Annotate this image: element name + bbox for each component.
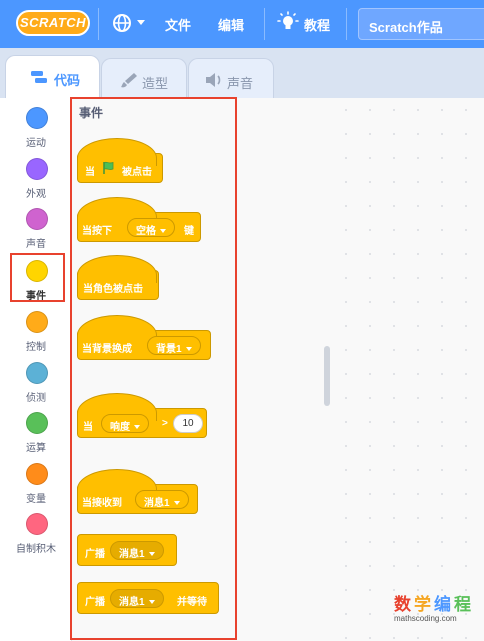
tab-label: 声音	[227, 76, 254, 91]
menu-bar: SCRATCH 文件 编辑 教程 Scratch作品	[0, 0, 484, 48]
category-dot	[26, 513, 48, 535]
category-label: 自制积木	[16, 544, 56, 555]
palette-scrollbar[interactable]	[324, 346, 330, 406]
category-label: 侦测	[26, 393, 46, 404]
category-sensing[interactable]: 侦测	[0, 359, 72, 407]
category-sound[interactable]: 声音	[0, 205, 72, 253]
category-label: 运算	[26, 443, 46, 454]
globe-icon[interactable]	[112, 13, 132, 33]
category-dot	[26, 311, 48, 333]
code-workspace[interactable]	[334, 98, 484, 641]
category-looks[interactable]: 外观	[0, 155, 72, 203]
menu-file[interactable]: 文件	[165, 15, 191, 34]
category-label: 外观	[26, 189, 46, 200]
category-menu: 运动 外观 声音 事件 控制 侦测 运算 变量 自制积木	[0, 98, 72, 641]
menu-edit[interactable]: 编辑	[218, 15, 244, 34]
watermark-logo: 数 学 编 程 mathscoding.com	[390, 590, 480, 630]
selected-category-highlight	[10, 253, 65, 302]
category-label: 变量	[26, 494, 46, 505]
menu-tutorials[interactable]: 教程	[304, 15, 330, 34]
editor-tabs: 代码 造型 声音	[0, 48, 484, 99]
category-label: 声音	[26, 239, 46, 250]
tab-label: 代码	[54, 73, 81, 88]
code-icon	[31, 71, 47, 83]
watermark-char: 编	[434, 595, 451, 614]
watermark-char: 学	[414, 595, 431, 614]
watermark-char: 程	[454, 595, 471, 614]
category-my-blocks[interactable]: 自制积木	[0, 510, 72, 558]
category-dot	[26, 463, 48, 485]
category-dot	[26, 208, 48, 230]
category-control[interactable]: 控制	[0, 308, 72, 356]
category-dot	[26, 158, 48, 180]
category-dot	[26, 362, 48, 384]
tab-costumes[interactable]: 造型	[101, 58, 187, 98]
speaker-icon	[206, 73, 221, 87]
category-label: 控制	[26, 342, 46, 353]
category-variables[interactable]: 变量	[0, 460, 72, 508]
project-title-input[interactable]: Scratch作品	[358, 8, 484, 40]
brush-icon	[121, 73, 137, 88]
palette-highlight-box	[70, 97, 237, 640]
scratch-logo[interactable]: SCRATCH	[16, 10, 90, 36]
tab-sounds[interactable]: 声音	[188, 58, 274, 98]
watermark-char: 数	[394, 595, 411, 614]
menu-divider	[346, 8, 347, 40]
tab-label: 造型	[142, 76, 169, 91]
category-operators[interactable]: 运算	[0, 409, 72, 457]
category-dot	[26, 412, 48, 434]
lightbulb-icon[interactable]	[277, 11, 299, 35]
category-motion[interactable]: 运动	[0, 104, 72, 152]
tab-code[interactable]: 代码	[5, 55, 100, 99]
watermark-url: mathscoding.com	[394, 614, 457, 623]
chevron-down-icon[interactable]	[137, 20, 145, 25]
category-dot	[26, 107, 48, 129]
scratch-editor: SCRATCH 文件 编辑 教程 Scratch作品 代码 造型 声音 运动 外…	[0, 0, 484, 641]
menu-divider	[98, 8, 99, 40]
category-label: 运动	[26, 138, 46, 149]
menu-divider	[264, 8, 265, 40]
